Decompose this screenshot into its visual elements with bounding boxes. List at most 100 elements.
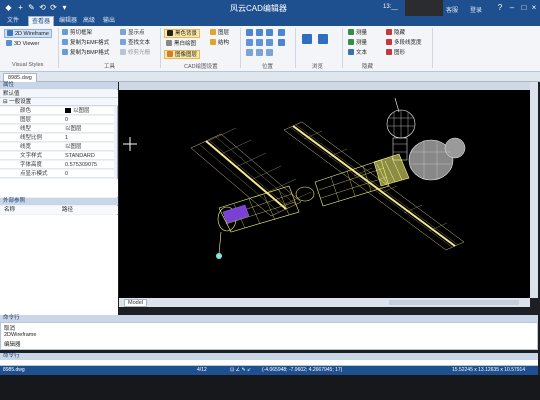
points-icon — [120, 29, 126, 35]
text-button[interactable]: 文本 — [348, 49, 367, 57]
3d-viewer-button[interactable]: 3D Viewer — [6, 40, 39, 48]
raster-icon — [120, 49, 126, 55]
tab-editor[interactable]: 编辑器 — [56, 16, 80, 26]
find-icon — [120, 39, 126, 45]
view-side-icon[interactable] — [266, 49, 273, 56]
shape-icon — [386, 49, 392, 55]
measure-area-button[interactable]: 测量 — [348, 39, 367, 47]
close-icon[interactable]: × — [528, 2, 540, 13]
color-swatch — [65, 108, 71, 113]
next-icon[interactable] — [318, 34, 328, 44]
copy-emf-button[interactable]: 复制为EMF格式 — [62, 39, 109, 47]
layers-button[interactable]: 图层 — [210, 29, 229, 37]
group-label-cad-settings: CAD绘图设置 — [184, 64, 218, 70]
property-row[interactable]: 图层 0 — [0, 116, 114, 124]
property-row[interactable]: 线型 以图层 — [0, 125, 114, 133]
polyline-width-button[interactable]: 多段线宽度 — [386, 39, 422, 47]
view-top-icon[interactable] — [256, 49, 263, 56]
copy-icon — [62, 49, 68, 55]
blurred-region — [405, 0, 443, 16]
xref-list — [0, 215, 118, 315]
image-layer-button[interactable]: 图像图层 — [164, 50, 201, 59]
property-row[interactable]: 线宽 以图层 — [0, 143, 114, 151]
xref-header: 名称 路径 — [0, 206, 118, 214]
xref-panel-title: 外部参照 — [0, 198, 118, 205]
app-logo-icon: ◆ — [5, 3, 12, 12]
station-core — [216, 153, 410, 259]
menu-bar: 文件 查看器 编辑器 高级 输出 — [0, 16, 540, 26]
support-link[interactable]: 客服 — [446, 5, 458, 14]
properties-group[interactable]: ⊟ 一般设置 — [0, 98, 118, 106]
tab-advanced[interactable]: 高级 — [80, 16, 98, 26]
canvas-horizontal-scrollbar[interactable] — [389, 300, 519, 305]
property-row[interactable]: 颜色 以图层 — [0, 107, 114, 115]
layer-icon — [167, 51, 173, 57]
frame-icon — [62, 29, 68, 35]
customize-icon[interactable]: ▾ — [60, 3, 69, 12]
xref-col-path[interactable]: 路径 — [62, 206, 73, 214]
bw-drawing-button[interactable]: 黑白绘图 — [166, 40, 196, 48]
station-model — [119, 82, 530, 259]
canvas-vertical-scrollbar[interactable] — [530, 82, 538, 298]
find-text-button[interactable]: 查找文本 — [120, 39, 150, 47]
property-row[interactable]: 线型比例 1 — [0, 134, 114, 142]
redo-icon[interactable]: ⟳ — [49, 3, 58, 12]
property-row[interactable]: 点显示模式 0 — [0, 170, 114, 178]
hide-icon — [386, 29, 392, 35]
zoom-in-icon[interactable] — [246, 29, 253, 36]
trim-raster-button[interactable]: 修剪光栅 — [120, 49, 150, 57]
properties-panel-title: 属性 — [0, 82, 118, 89]
group-label-browse: 浏览 — [312, 64, 324, 70]
xref-col-name[interactable]: 名称 — [4, 206, 15, 214]
previous-icon[interactable] — [302, 34, 312, 44]
property-row[interactable]: 字体高度 0.575309075 — [0, 161, 114, 169]
help-icon[interactable]: ? — [494, 2, 506, 13]
new-icon[interactable]: + — [16, 3, 25, 12]
copy-bmp-button[interactable]: 复制为BMP格式 — [62, 49, 109, 57]
bw-icon — [166, 40, 172, 46]
2d-wireframe-button[interactable]: 2D Wireframe — [4, 29, 52, 38]
login-link[interactable]: 登录 — [470, 5, 482, 14]
background-icon — [167, 30, 173, 36]
status-coordinates: (-4.065948; -7.9602; 4.2667945; 17) — [262, 367, 343, 373]
command-log-title: 命令行 — [0, 315, 538, 322]
measure-button[interactable]: 测量 — [348, 29, 367, 37]
model-tab[interactable]: Model — [124, 299, 147, 307]
status-tool-icons[interactable]: ⊡ ∠ ✎ ↙ — [230, 366, 251, 375]
black-background-button[interactable]: 黑色背景 — [164, 29, 201, 38]
show-points-button[interactable]: 显示点 — [120, 29, 145, 37]
group-label-tools: 工具 — [104, 64, 116, 70]
ribbon-divider — [240, 28, 241, 68]
command-log-line: 编辑器 — [4, 342, 21, 348]
minimize-icon[interactable]: – — [506, 2, 518, 13]
properties-panel: 属性 默认值 ⊟ 一般设置 颜色 以图层 图层 0 线型 以图层 线型比例 1 线宽 以图… — [0, 82, 118, 315]
structure-button[interactable]: 结构 — [210, 39, 229, 47]
clip-frame-button[interactable]: 剪切框架 — [62, 29, 92, 37]
polyline-icon — [386, 39, 392, 45]
property-row[interactable]: 文字样式 STANDARD — [0, 152, 114, 160]
orbit-icon[interactable] — [278, 29, 285, 36]
rotate-icon[interactable] — [266, 39, 273, 46]
shapes-button[interactable]: 图形 — [386, 49, 405, 57]
drawing-canvas[interactable] — [119, 82, 530, 298]
clock: 13:__ — [383, 4, 399, 10]
document-tab[interactable]: 8985.dwg — [3, 73, 37, 82]
zoom-out-icon[interactable] — [256, 29, 263, 36]
command-log-line: 取消 — [4, 326, 16, 332]
status-size: 15.52245 x 13.12635 x 10.57914 — [452, 367, 526, 373]
ribbon-divider — [160, 28, 161, 68]
document-tab-bar: 8985.dwg — [0, 72, 540, 82]
ribbon: 2D Wireframe 3D Viewer Visual Styles 剪切框… — [0, 26, 540, 72]
edit-icon[interactable]: ✎ — [27, 3, 36, 12]
hide-button[interactable]: 隐藏 — [386, 29, 405, 37]
tab-output[interactable]: 输出 — [100, 16, 118, 26]
tab-viewer[interactable]: 查看器 — [28, 16, 55, 26]
tab-file[interactable]: 文件 — [4, 16, 22, 26]
pan-icon[interactable] — [246, 39, 253, 46]
zoom-extents-icon[interactable] — [278, 39, 285, 46]
fit-icon[interactable] — [256, 39, 263, 46]
ribbon-divider — [295, 28, 296, 68]
zoom-window-icon[interactable] — [266, 29, 273, 36]
undo-icon[interactable]: ⟲ — [38, 3, 47, 12]
view-front-icon[interactable] — [246, 49, 253, 56]
